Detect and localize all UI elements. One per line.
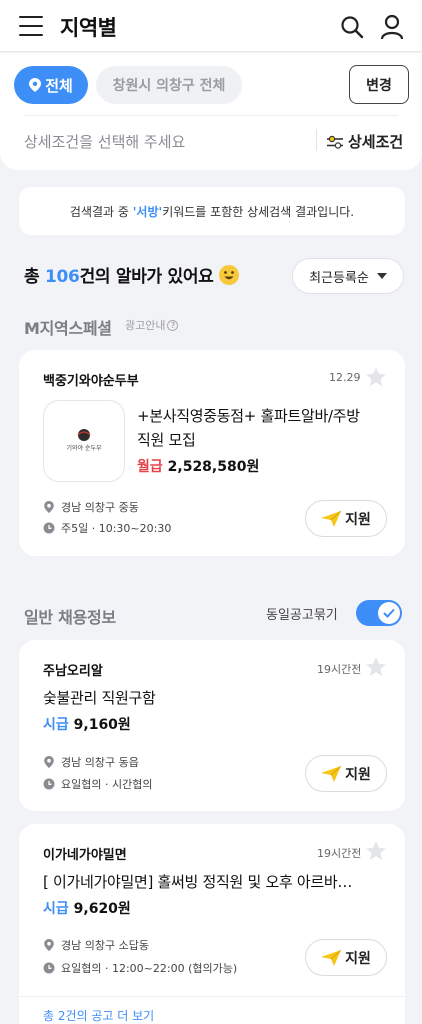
chevron-down-icon [376,273,387,279]
apply-button[interactable]: 지원 [305,939,387,976]
user-icon[interactable] [380,14,404,40]
menu-icon[interactable] [19,16,43,37]
filter-slider-icon [327,135,343,149]
group-toggle-label: 동일공고묶기 [266,608,338,623]
clock-icon [43,962,55,974]
detail-condition-label: 상세조건 [348,133,404,151]
job-card[interactable]: 이가네가야밀면 19시간전 [ 이가네가야밀면] 홀써빙 정직원 및 오후 아르… [19,824,405,1024]
logo-text: 기와야 순두부 [66,444,102,452]
company-logo-image: 기와야 순두부 [66,429,102,452]
group-same-posts-toggle[interactable] [356,600,402,626]
apply-label: 지원 [345,950,371,967]
wage-amount: 9,160원 [73,717,131,733]
apply-button[interactable]: 지원 [305,755,387,792]
clock-icon [43,778,55,790]
job-title: 숯불관리 직원구함 [43,689,156,707]
count-suffix: 건의 알바가 있어요 [79,267,214,287]
job-title: +본사직영중동점+ 홀파트알바/주방 직원 모집 [137,404,360,452]
region-chip[interactable]: 창원시 의창구 전체 [96,66,242,104]
wage-type: 월급 [137,459,163,475]
schedule-text: 요일협의 · 12:00~22:00 (협의가능) [61,962,238,975]
company-name: 이가네가야밀면 [43,848,127,863]
ad-info-label: 광고안내 [125,319,166,332]
wage-type: 시급 [43,717,69,733]
divider [24,115,398,116]
posted-time: 19시간전 [317,663,362,676]
ad-info-link[interactable]: 광고안내 ? [125,317,179,333]
location: 경남 의창구 소답동 [43,937,149,953]
all-region-label: 전체 [45,76,73,95]
schedule-text: 주5일 · 10:30~20:30 [61,522,172,535]
star-icon[interactable] [365,840,387,862]
wage: 월급 2,528,580원 [137,456,259,476]
filter-panel: 전체 창원시 의창구 전체 변경 상세조건을 선택해 주세요 상세조건 [0,53,422,170]
clock-icon [43,522,55,534]
job-title: [ 이가네가야밀면] 홀써빙 정직원 및 오후 아르바… [43,873,353,891]
smiley-icon [218,264,239,285]
page-title: 지역별 [60,16,117,40]
schedule: 주5일 · 10:30~20:30 [43,520,171,536]
detail-condition-placeholder[interactable]: 상세조건을 선택해 주세요 [24,131,185,152]
notice-keyword: '서방' [132,204,163,219]
paper-plane-icon [321,510,342,527]
notice-suffix: 키워드를 포함한 상세검색 결과입니다. [162,204,355,219]
wage-type: 시급 [43,901,69,917]
premium-job-card[interactable]: 백중기와야순두부 12.29 기와야 순두부 +본사직영중동점+ 홀파트알바/주… [19,350,405,556]
star-icon[interactable] [365,656,387,678]
location-pin-icon [44,939,54,951]
paper-plane-icon [321,949,342,966]
apply-label: 지원 [345,766,371,783]
company-name: 백중기와야순두부 [43,374,139,389]
sort-dropdown[interactable]: 최근등록순 [292,258,404,294]
location-text: 경남 의창구 중동 [61,501,139,514]
search-icon[interactable] [340,15,364,39]
premium-section-title: M지역스페셜 [24,319,112,338]
toggle-knob [378,602,400,624]
location-text: 경남 의창구 동읍 [61,756,139,769]
posted-time: 19시간전 [317,847,362,860]
notice-prefix: 검색결과 중 [69,204,129,219]
location-pin-icon [44,756,54,768]
help-icon: ? [167,319,179,331]
more-posts-link[interactable]: 총 2건의 공고 더 보기 [19,996,405,1024]
job-title-line: 직원 모집 [137,431,196,449]
star-icon[interactable] [365,366,387,388]
detail-condition-button[interactable]: 상세조건 [326,131,403,152]
apply-button[interactable]: 지원 [305,500,387,537]
check-icon [383,608,395,618]
location-pin-icon [44,501,54,513]
change-region-button[interactable]: 변경 [349,65,409,104]
sort-label: 최근등록순 [309,270,369,286]
search-notice: 검색결과 중 '서방' 키워드를 포함한 상세검색 결과입니다. [19,187,405,235]
company-name: 주남오리알 [43,664,103,679]
job-title-line: +본사직영중동점+ 홀파트알바/주방 [137,407,360,425]
all-region-chip[interactable]: 전체 [14,66,88,104]
schedule: 요일협의 · 12:00~22:00 (협의가능) [43,960,237,976]
apply-label: 지원 [345,511,371,528]
app-header: 지역별 [0,0,422,52]
company-logo: 기와야 순두부 [43,400,125,482]
wage: 시급 9,160원 [43,714,131,734]
wage-amount: 9,620원 [73,901,131,917]
job-card[interactable]: 주남오리알 19시간전 숯불관리 직원구함 시급 9,160원 경남 의창구 동… [19,640,405,811]
schedule-text: 요일협의 · 시간협의 [61,778,153,791]
count-number: 106 [44,267,80,287]
paper-plane-icon [321,765,342,782]
location-text: 경남 의창구 소답동 [61,939,149,952]
wage: 시급 9,620원 [43,898,131,918]
schedule: 요일협의 · 시간협의 [43,776,152,792]
divider [316,129,317,151]
result-count: 총 106건의 알바가 있어요 [24,262,240,287]
location: 경남 의창구 동읍 [43,754,139,770]
general-section-title: 일반 채용정보 [24,608,116,627]
count-prefix: 총 [24,267,45,287]
location: 경남 의창구 중동 [43,499,139,515]
posted-time: 12.29 [329,371,361,384]
location-pin-icon [29,78,42,92]
wage-amount: 2,528,580원 [167,459,260,475]
